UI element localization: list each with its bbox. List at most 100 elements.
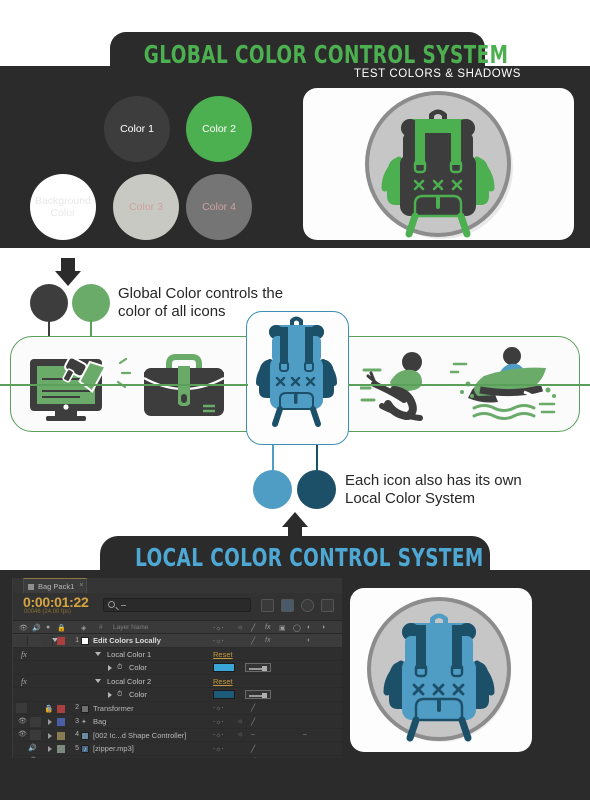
icon-row-connector-left <box>0 384 248 386</box>
effects-switch-icon[interactable]: fx <box>265 624 270 631</box>
chevron-right-icon[interactable] <box>48 732 52 739</box>
ae-frame-blend-icon[interactable] <box>281 599 294 612</box>
ae-search-input[interactable] <box>103 598 251 612</box>
table-row[interactable]: 👁 3 ✦ Bag ⋅☼⋅ ☼ ╱ <box>13 715 342 729</box>
ae-reset-link[interactable]: Reset <box>213 650 233 659</box>
stopwatch-icon[interactable]: ⏱ <box>117 664 122 672</box>
chevron-right-icon[interactable] <box>108 691 112 698</box>
table-row[interactable]: 🔊 5 ♪ [zipper.mp3] ⋅☼⋅ ╱ <box>13 742 342 756</box>
collapse-switch-icon[interactable]: ☼ <box>237 731 243 738</box>
adjustment-switch-icon[interactable]: ◐ <box>307 637 311 644</box>
solo-icon[interactable]: ● <box>46 624 50 631</box>
ae-col-number-header: # <box>99 623 103 631</box>
ae-eye-cell[interactable] <box>16 635 28 646</box>
water-skier-icon[interactable] <box>360 348 442 426</box>
ae-eye-cell[interactable] <box>16 703 28 713</box>
table-row[interactable]: 🔒 2 Transformer ⋅☼⋅ ╱ <box>13 702 342 715</box>
blue-backpack-illustration <box>367 597 511 742</box>
collapse-switch-icon[interactable]: ☼ <box>237 718 243 725</box>
global-arrow-stem <box>61 258 75 272</box>
effects-switch-icon[interactable]: fx <box>265 637 270 644</box>
quality-switch-icon[interactable]: ╱ <box>251 624 255 632</box>
shy-switch-icon[interactable]: ⋅☼⋅ <box>213 704 224 712</box>
shy-switch-icon[interactable]: ⋅☼⋅ <box>213 718 224 726</box>
ae-lock-cell[interactable] <box>30 730 42 740</box>
ae-col-layername-header: Layer Name <box>113 623 149 631</box>
selected-icon-highlight[interactable] <box>246 311 349 445</box>
frame-blend-switch-icon[interactable]: ▣ <box>279 624 286 632</box>
chevron-down-icon[interactable] <box>95 678 101 683</box>
ae-reset-link[interactable]: Reset <box>213 677 233 686</box>
adjustment-switch-icon[interactable]: ◐ <box>307 624 311 631</box>
quality-switch-icon[interactable]: ╱ <box>251 704 255 712</box>
chevron-down-icon[interactable] <box>95 651 101 656</box>
ae-slider-knob[interactable] <box>262 666 267 671</box>
quality-switch-icon[interactable]: ╱ <box>251 718 255 726</box>
search-icon-handle <box>115 606 119 611</box>
ae-color-slider[interactable] <box>245 690 271 699</box>
swatch-color-2[interactable]: Color 2 <box>186 96 252 162</box>
shy-switch-icon[interactable]: ⋅☼⋅ <box>213 637 224 645</box>
ae-label-color[interactable] <box>57 718 65 726</box>
ae-motion-blur-icon[interactable] <box>301 599 314 612</box>
ae-frame-info: 00046 (24.00 fps) <box>24 609 72 615</box>
audio-icon[interactable]: 🔊 <box>32 624 41 632</box>
chevron-right-icon[interactable] <box>108 664 112 671</box>
label-tag-icon[interactable]: ◈ <box>81 624 86 632</box>
stopwatch-icon[interactable]: ⏱ <box>117 691 122 699</box>
shy-switch-icon[interactable]: ⋅☼⋅ <box>213 624 224 632</box>
shy-switch-icon[interactable]: ⋅☼⋅ <box>213 731 224 739</box>
3d-switch-icon[interactable]: ◑ <box>321 624 325 631</box>
ae-property-group-name: Local Color 1 <box>107 649 152 659</box>
eye-icon[interactable]: 👁 <box>19 624 28 632</box>
quality-switch-icon[interactable]: ╱ <box>251 745 255 753</box>
swatch-color-3[interactable]: Color 3 <box>113 174 179 240</box>
ae-label-color[interactable] <box>57 637 65 645</box>
eye-icon[interactable]: 👁 <box>18 718 27 725</box>
ae-color-chip[interactable] <box>213 690 235 699</box>
motion-blur-switch-icon[interactable]: ◯ <box>293 624 301 632</box>
swatch-background-color[interactable]: Background Color <box>30 174 96 240</box>
quality-switch-icon[interactable]: – <box>251 731 255 738</box>
ae-label-color[interactable] <box>57 704 65 713</box>
quality-switch-icon[interactable]: ╱ <box>251 637 255 645</box>
collapse-switch-icon[interactable]: ☼ <box>237 624 243 631</box>
ae-column-header: 👁 🔊 ● 🔒 ◈ # Layer Name ⋅☼⋅ ☼ ╱ fx ▣ ◯ ◐ … <box>13 621 342 634</box>
table-row[interactable]: 1 Edit Colors Locally ⋅☼⋅ ╱ fx ◐ <box>13 634 342 648</box>
ae-color-chip[interactable] <box>213 663 235 672</box>
ae-current-timecode[interactable]: 0:00:01:22 <box>23 594 89 610</box>
table-row[interactable]: ⏱ Color <box>13 688 342 702</box>
ae-graph-tool-icon[interactable] <box>261 599 274 612</box>
table-row[interactable]: 👁 4 [002 Ic...d Shape Controller] ⋅☼⋅ ☼ … <box>13 729 342 742</box>
backpack-icon-selected[interactable] <box>247 312 346 442</box>
after-effects-timeline-panel[interactable]: Bag Pack1 × 0:00:01:22 00046 (24.00 fps)… <box>12 578 342 758</box>
global-node-dot-dark <box>30 284 68 322</box>
chevron-right-icon[interactable] <box>48 746 52 752</box>
shy-switch-icon[interactable]: ⋅☼⋅ <box>213 745 224 753</box>
green-backpack-illustration <box>365 91 513 239</box>
ae-composition-tab[interactable]: Bag Pack1 × <box>23 578 88 593</box>
swatch-color-1[interactable]: Color 1 <box>104 96 170 162</box>
table-row[interactable]: fx Local Color 1 Reset <box>13 648 342 661</box>
ae-row-index: 2 <box>75 704 79 711</box>
table-row[interactable]: ⏱ Color <box>13 661 342 675</box>
table-row[interactable]: fx Local Color 2 Reset <box>13 675 342 688</box>
table-row[interactable]: 🔊 6 ♪ [pop4.mp3] ⋅☼⋅ ╱ <box>13 756 342 759</box>
ae-graph-editor-icon[interactable] <box>321 599 334 612</box>
swatch-color-4[interactable]: Color 4 <box>186 174 252 240</box>
ae-lock-cell[interactable] <box>30 716 42 727</box>
audio-icon[interactable]: 🔊 <box>28 745 37 752</box>
ae-label-color[interactable] <box>57 745 65 753</box>
ae-slider-knob[interactable] <box>262 693 267 698</box>
3d-switch-icon[interactable]: – <box>303 731 307 738</box>
ae-color-slider[interactable] <box>245 663 271 672</box>
ae-tab-close-icon[interactable]: × <box>79 582 83 589</box>
ae-layer-swatch: ✦ <box>81 719 87 726</box>
speedboat-icon[interactable] <box>450 346 560 426</box>
lock-icon[interactable]: 🔒 <box>57 624 66 632</box>
chevron-right-icon[interactable] <box>48 719 52 725</box>
ae-label-color[interactable] <box>57 731 65 740</box>
briefcase-icon[interactable] <box>138 350 230 424</box>
eye-icon[interactable]: 👁 <box>18 731 27 738</box>
chevron-right-icon[interactable] <box>48 705 52 712</box>
